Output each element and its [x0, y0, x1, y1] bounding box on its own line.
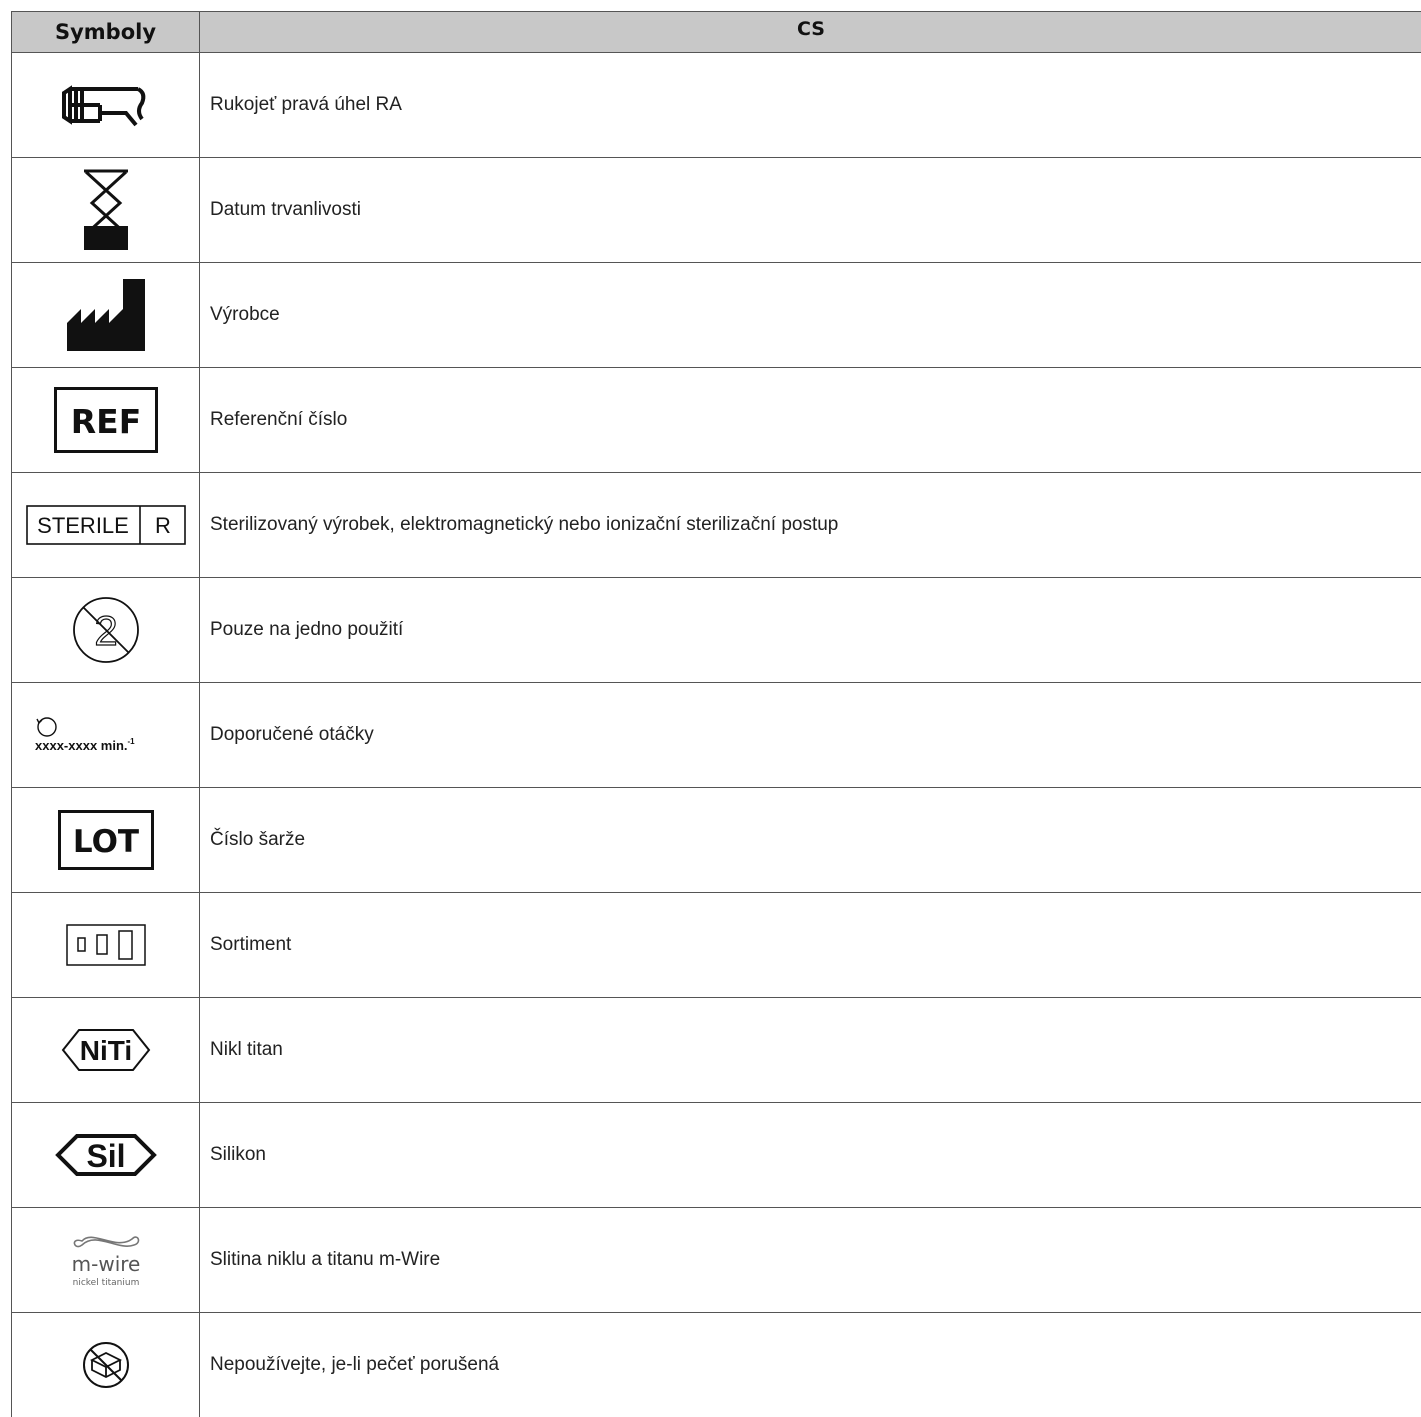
symbol-cell: REF: [12, 368, 200, 472]
symbol-cell: [12, 893, 200, 997]
ref-icon-text: REF: [70, 402, 141, 441]
rotation-speed-text: xxxx-xxxx min.: [35, 738, 128, 753]
description-cell: Slitina niklu a titanu m-Wire: [210, 1249, 441, 1270]
single-use-icon: 2: [72, 597, 139, 663]
svg-text:xxxx-xxxx min.-1: xxxx-xxxx min.-1: [35, 737, 135, 753]
table-row: REF Referenční číslo: [12, 368, 1421, 473]
m-wire-text: m-wire: [71, 1252, 140, 1276]
table-row: Nepoužívejte, je-li pečeť porušená: [12, 1313, 1421, 1417]
manufacturer-factory-icon: [66, 279, 145, 351]
table-row: m-wire nickel titanium Slitina niklu a t…: [12, 1208, 1421, 1313]
description-cell: Číslo šarže: [210, 829, 306, 850]
lot-icon: LOT: [57, 810, 154, 870]
symbol-cell: NiTi: [12, 998, 200, 1102]
m-wire-logo-icon: m-wire nickel titanium: [71, 1236, 140, 1288]
description-cell: Sterilizovaný výrobek, elektromagnetický…: [210, 514, 839, 535]
symbol-cell: Sil: [12, 1103, 200, 1207]
symbol-cell: m-wire nickel titanium: [12, 1208, 200, 1312]
sil-icon-text: Sil: [86, 1138, 125, 1174]
sil-icon: Sil: [54, 1134, 157, 1176]
description-cell: Nikl titan: [210, 1039, 283, 1060]
description-cell: Rukojeť pravá úhel RA: [210, 94, 402, 115]
table-header: Symboly CS: [12, 12, 1421, 53]
table-row: xxxx-xxxx min.-1 Doporučené otáčky: [12, 683, 1421, 788]
sterile-r-text: R: [155, 513, 171, 538]
niti-icon: NiTi: [61, 1029, 150, 1071]
sterile-r-icon: STERILE R: [25, 505, 186, 545]
symbol-cell: [12, 53, 200, 157]
hourglass-expiry-icon: [83, 169, 128, 250]
description-cell: Sortiment: [210, 934, 292, 955]
symbols-table: Symboly CS Rukojeť pravá úhel RA Datum t…: [11, 11, 1421, 1417]
description-cell: Nepoužívejte, je-li pečeť porušená: [210, 1354, 500, 1375]
symbol-cell: [12, 158, 200, 262]
description-cell: Referenční číslo: [210, 409, 348, 430]
symbol-cell: [12, 263, 200, 367]
sterile-text: STERILE: [37, 513, 129, 538]
right-angle-handpiece-icon: [61, 85, 145, 127]
description-cell: Datum trvanlivosti: [210, 199, 361, 220]
description-cell: Doporučené otáčky: [210, 724, 374, 745]
table-row: 2 Pouze na jedno použití: [12, 578, 1421, 683]
rotation-speed-sup: -1: [127, 737, 135, 746]
lot-icon-text: LOT: [72, 824, 138, 860]
broken-seal-icon: [82, 1342, 129, 1388]
table-row: LOT Číslo šarže: [12, 788, 1421, 893]
table-row: Datum trvanlivosti: [12, 158, 1421, 263]
m-wire-subtext: nickel titanium: [72, 1278, 139, 1288]
description-cell: Silikon: [210, 1144, 266, 1165]
assortment-icon: [65, 924, 146, 966]
table-row: Výrobce: [12, 263, 1421, 368]
table-row: Sil Silikon: [12, 1103, 1421, 1208]
table-row: Rukojeť pravá úhel RA: [12, 53, 1421, 158]
header-symbols: Symboly: [12, 12, 200, 52]
symbol-cell: 2: [12, 578, 200, 682]
table-row: STERILE R Sterilizovaný výrobek, elektro…: [12, 473, 1421, 578]
single-use-number: 2: [94, 607, 117, 654]
rotation-speed-icon: xxxx-xxxx min.-1: [35, 717, 135, 753]
table-row: NiTi Nikl titan: [12, 998, 1421, 1103]
description-cell: Pouze na jedno použití: [210, 619, 404, 640]
symbol-cell: STERILE R: [12, 473, 200, 577]
table-row: Sortiment: [12, 893, 1421, 998]
symbol-cell: xxxx-xxxx min.-1: [12, 683, 200, 787]
description-cell: Výrobce: [210, 304, 280, 325]
ref-icon: REF: [53, 387, 158, 453]
symbol-cell: [12, 1313, 200, 1417]
niti-icon-text: NiTi: [79, 1035, 131, 1066]
symbol-cell: LOT: [12, 788, 200, 892]
header-language: CS: [797, 18, 825, 40]
